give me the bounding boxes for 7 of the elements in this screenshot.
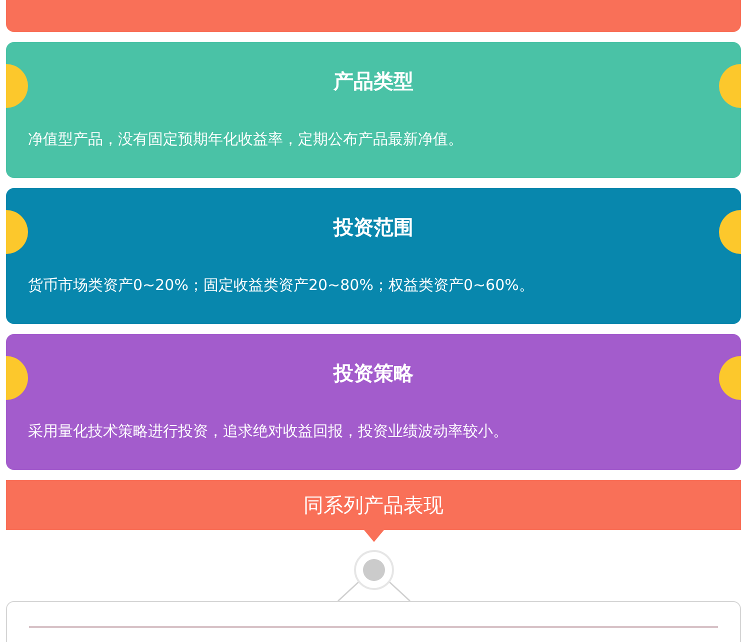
section-title: 同系列产品表现 (304, 492, 444, 518)
card-title: 投资策略 (334, 361, 414, 385)
card-text: 采用量化技术策略进行投资，追求绝对收益回报，投资业绩波动率较小。 (28, 422, 508, 440)
card-text: 净值型产品，没有固定预期年化收益率，定期公布产品最新净值。 (28, 130, 463, 148)
card-title: 产品类型 (334, 69, 414, 93)
card-title: 投资范围 (334, 215, 414, 239)
card-text: 货币市场类资产0~20%；固定收益类资产20~80%；权益类资产0~60%。 (28, 276, 534, 294)
